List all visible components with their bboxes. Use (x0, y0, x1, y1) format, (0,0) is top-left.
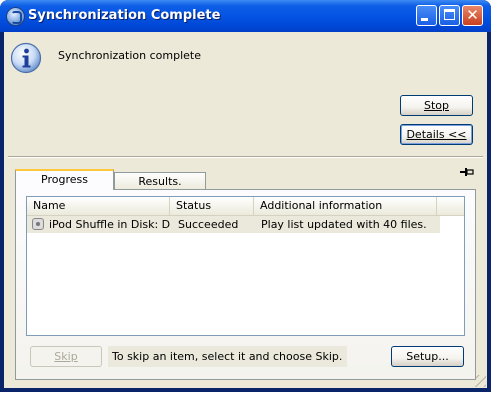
setup-label: Setup... (406, 350, 449, 363)
column-header-info[interactable]: Additional information (254, 197, 437, 215)
skip-label: Skip (54, 350, 78, 363)
row-status: Succeeded (178, 218, 239, 231)
maximize-icon (444, 9, 455, 20)
setup-button[interactable]: Setup... (391, 346, 464, 367)
tab-panel: Name Status Additional information iPod … (15, 189, 476, 380)
status-message: Synchronization complete (58, 49, 201, 62)
dialog-body: Synchronization complete Stop Details <<… (4, 32, 487, 388)
pin-icon[interactable] (460, 167, 474, 177)
details-button[interactable]: Details << (400, 124, 473, 145)
divider (8, 156, 483, 158)
row-info: Play list updated with 40 files. (261, 218, 427, 231)
results-list[interactable]: Name Status Additional information iPod … (26, 196, 465, 336)
sync-app-icon (6, 7, 25, 26)
details-label: Details << (406, 128, 467, 141)
skip-button[interactable]: Skip (30, 346, 102, 367)
info-icon (10, 42, 42, 74)
minimize-button[interactable] (416, 5, 437, 26)
resize-grip[interactable] (474, 375, 486, 387)
title-bar[interactable]: Synchronization Complete ✕ (0, 0, 491, 32)
list-header: Name Status Additional information (27, 197, 464, 216)
close-icon: ✕ (466, 6, 479, 24)
maximize-button[interactable] (439, 5, 460, 26)
skip-hint: To skip an item, select it and choose Sk… (108, 346, 347, 367)
row-name: iPod Shuffle in Disk: D (49, 218, 171, 231)
column-header-status[interactable]: Status (170, 197, 254, 215)
ipod-icon (32, 218, 44, 230)
sync-window: Synchronization Complete ✕ Synchronizati… (0, 0, 491, 392)
minimize-icon (421, 18, 428, 21)
column-header-name[interactable]: Name (27, 197, 170, 215)
close-button[interactable]: ✕ (462, 5, 483, 26)
table-row[interactable]: iPod Shuffle in Disk: D Succeeded Play l… (27, 216, 440, 233)
tab-progress[interactable]: Progress (15, 169, 114, 190)
stop-label: Stop (423, 99, 449, 112)
window-title: Synchronization Complete (28, 8, 221, 23)
stop-button[interactable]: Stop (400, 95, 473, 116)
